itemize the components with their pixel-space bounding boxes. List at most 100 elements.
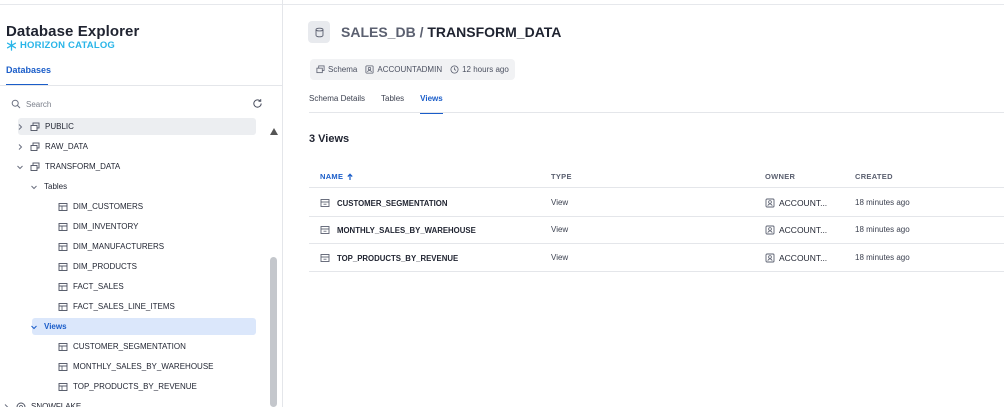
cell-name[interactable]: TOP_PRODUCTS_BY_REVENUE (320, 253, 458, 263)
chevron-right-icon[interactable] (2, 403, 10, 407)
catalog-text: HORIZON CATALOG (20, 40, 115, 51)
tree-item-transform-data[interactable]: TRANSFORM_DATA (17, 158, 256, 175)
tree-item-top-products-by-revenue[interactable]: TOP_PRODUCTS_BY_REVENUE (48, 378, 256, 395)
table-icon (58, 282, 68, 291)
schema-icon (30, 142, 40, 151)
table-icon (58, 222, 68, 231)
column-header-name-label: NAME (320, 172, 344, 181)
table-row[interactable]: TOP_PRODUCTS_BY_REVENUE View ACCOUNT... 18 … (309, 244, 1004, 272)
tree-item-label: PUBLIC (45, 122, 74, 131)
tree-item-label: DIM_MANUFACTURERS (73, 242, 165, 251)
chip-owner-label: ACCOUNTADMIN (377, 65, 443, 74)
catalog-label: HORIZON CATALOG (6, 40, 115, 51)
schema-icon (30, 122, 40, 131)
cell-name[interactable]: CUSTOMER_SEGMENTATION (320, 198, 447, 208)
cell-owner: ACCOUNT... (765, 253, 827, 263)
cell-created: 18 minutes ago (855, 253, 910, 262)
search-input[interactable] (26, 99, 226, 109)
scrollbar-thumb[interactable] (270, 257, 277, 407)
sidebar: Database Explorer HORIZON CATALOG Databa… (0, 0, 283, 407)
breadcrumb-db[interactable]: SALES_DB (341, 24, 416, 40)
cell-owner-text: ACCOUNT... (779, 253, 828, 263)
detail-tabs: Schema Details Tables Views (309, 94, 443, 114)
tree-item-views[interactable]: Views (30, 318, 256, 335)
scroll-up-arrow[interactable] (270, 128, 278, 135)
table-icon (58, 242, 68, 251)
column-header-created[interactable]: CREATED (855, 172, 893, 181)
table-header: NAME TYPE OWNER CREATED (309, 170, 1004, 188)
tree-item-label: MONTHLY_SALES_BY_WAREHOUSE (73, 362, 214, 371)
chevron-down-icon[interactable] (30, 323, 38, 331)
role-icon (765, 198, 775, 208)
cell-name[interactable]: MONTHLY_SALES_BY_WAREHOUSE (320, 225, 476, 235)
table-row[interactable]: CUSTOMER_SEGMENTATION View ACCOUNT... 18 mi… (309, 189, 1004, 217)
chevron-down-icon[interactable] (30, 183, 38, 191)
chevron-right-icon[interactable] (16, 123, 24, 131)
table-icon (58, 262, 68, 271)
tree-item-monthly-sales-by-warehouse[interactable]: MONTHLY_SALES_BY_WAREHOUSE (48, 358, 256, 375)
breadcrumb-schema: TRANSFORM_DATA (427, 24, 562, 40)
tab-schema-details[interactable]: Schema Details (309, 94, 365, 112)
sort-ascending-icon (347, 172, 353, 180)
breadcrumb: SALES_DB / TRANSFORM_DATA (341, 24, 561, 40)
tree-item-raw-data[interactable]: RAW_DATA (18, 138, 256, 155)
schema-icon (316, 65, 325, 74)
cell-type: View (551, 225, 569, 234)
schema-icon-box (308, 21, 330, 43)
view-icon (58, 362, 68, 371)
tree-item-fact-sales-line-items[interactable]: FACT_SALES_LINE_ITEMS (48, 298, 256, 315)
tree-item-customer-segmentation[interactable]: CUSTOMER_SEGMENTATION (48, 338, 256, 355)
tree-item-fact-sales[interactable]: FACT_SALES (48, 278, 256, 295)
cell-owner-text: ACCOUNT... (779, 198, 828, 208)
clock-icon (450, 65, 459, 74)
table-row[interactable]: MONTHLY_SALES_BY_WAREHOUSE View ACCOUNT...… (309, 216, 1004, 244)
table-icon (58, 202, 68, 211)
view-icon (58, 382, 68, 391)
chip-age: 12 hours ago (450, 65, 509, 74)
tab-tables[interactable]: Tables (381, 94, 404, 112)
cell-name-text: MONTHLY_SALES_BY_WAREHOUSE (337, 225, 476, 235)
tree-item-label: DIM_PRODUCTS (73, 262, 138, 271)
refresh-icon[interactable] (252, 98, 263, 109)
chip-owner: ACCOUNTADMIN (365, 65, 442, 74)
chip-age-label: 12 hours ago (462, 65, 509, 74)
search-icon (11, 99, 21, 109)
chevron-down-icon[interactable] (16, 163, 24, 171)
column-header-name[interactable]: NAME (320, 172, 354, 181)
breadcrumb-separator: / (415, 24, 428, 40)
sidebar-tab-divider (0, 85, 282, 86)
tree-item-tables[interactable]: Tables (31, 178, 256, 195)
tree-item-label: DIM_CUSTOMERS (73, 202, 144, 211)
tree-item-snowflake[interactable]: SNOWFLAKE (4, 398, 256, 407)
search-box[interactable] (11, 97, 266, 111)
tree-item-dim-products[interactable]: DIM_PRODUCTS (48, 258, 256, 275)
tree-item-dim-customers[interactable]: DIM_CUSTOMERS (48, 198, 256, 215)
role-icon (765, 253, 775, 263)
tree-item-label: TRANSFORM_DATA (45, 162, 121, 171)
column-header-owner[interactable]: OWNER (765, 172, 795, 181)
meta-chips: Schema ACCOUNTADMIN 12 hours ago (310, 59, 515, 80)
tree-item-label: FACT_SALES_LINE_ITEMS (73, 302, 175, 311)
cell-owner: ACCOUNT... (765, 225, 827, 235)
tree-item-label: FACT_SALES (73, 282, 124, 291)
tree-item-public[interactable]: PUBLIC (18, 118, 256, 135)
cell-type: View (551, 198, 569, 207)
tree-item-label: TOP_PRODUCTS_BY_REVENUE (73, 382, 197, 391)
tree-item-dim-inventory[interactable]: DIM_INVENTORY (48, 218, 256, 235)
cell-name-text: CUSTOMER_SEGMENTATION (337, 198, 448, 208)
cell-created: 18 minutes ago (855, 225, 910, 234)
main-panel: SALES_DB / TRANSFORM_DATA Schema ACCOUNT… (284, 0, 1004, 407)
chevron-right-icon[interactable] (16, 143, 24, 151)
cell-created: 18 minutes ago (855, 198, 910, 207)
tabs-divider (309, 112, 1004, 113)
tab-databases[interactable]: Databases (6, 65, 51, 75)
tree-item-label: Tables (44, 182, 68, 191)
app-title: Database Explorer (6, 23, 140, 40)
tab-views[interactable]: Views (420, 94, 443, 114)
database-icon (16, 402, 26, 407)
column-header-type[interactable]: TYPE (551, 172, 572, 181)
view-icon (320, 226, 330, 234)
database-icon (315, 27, 323, 37)
tree-item-dim-manufacturers[interactable]: DIM_MANUFACTURERS (48, 238, 256, 255)
tree-item-label: CUSTOMER_SEGMENTATION (73, 342, 186, 351)
